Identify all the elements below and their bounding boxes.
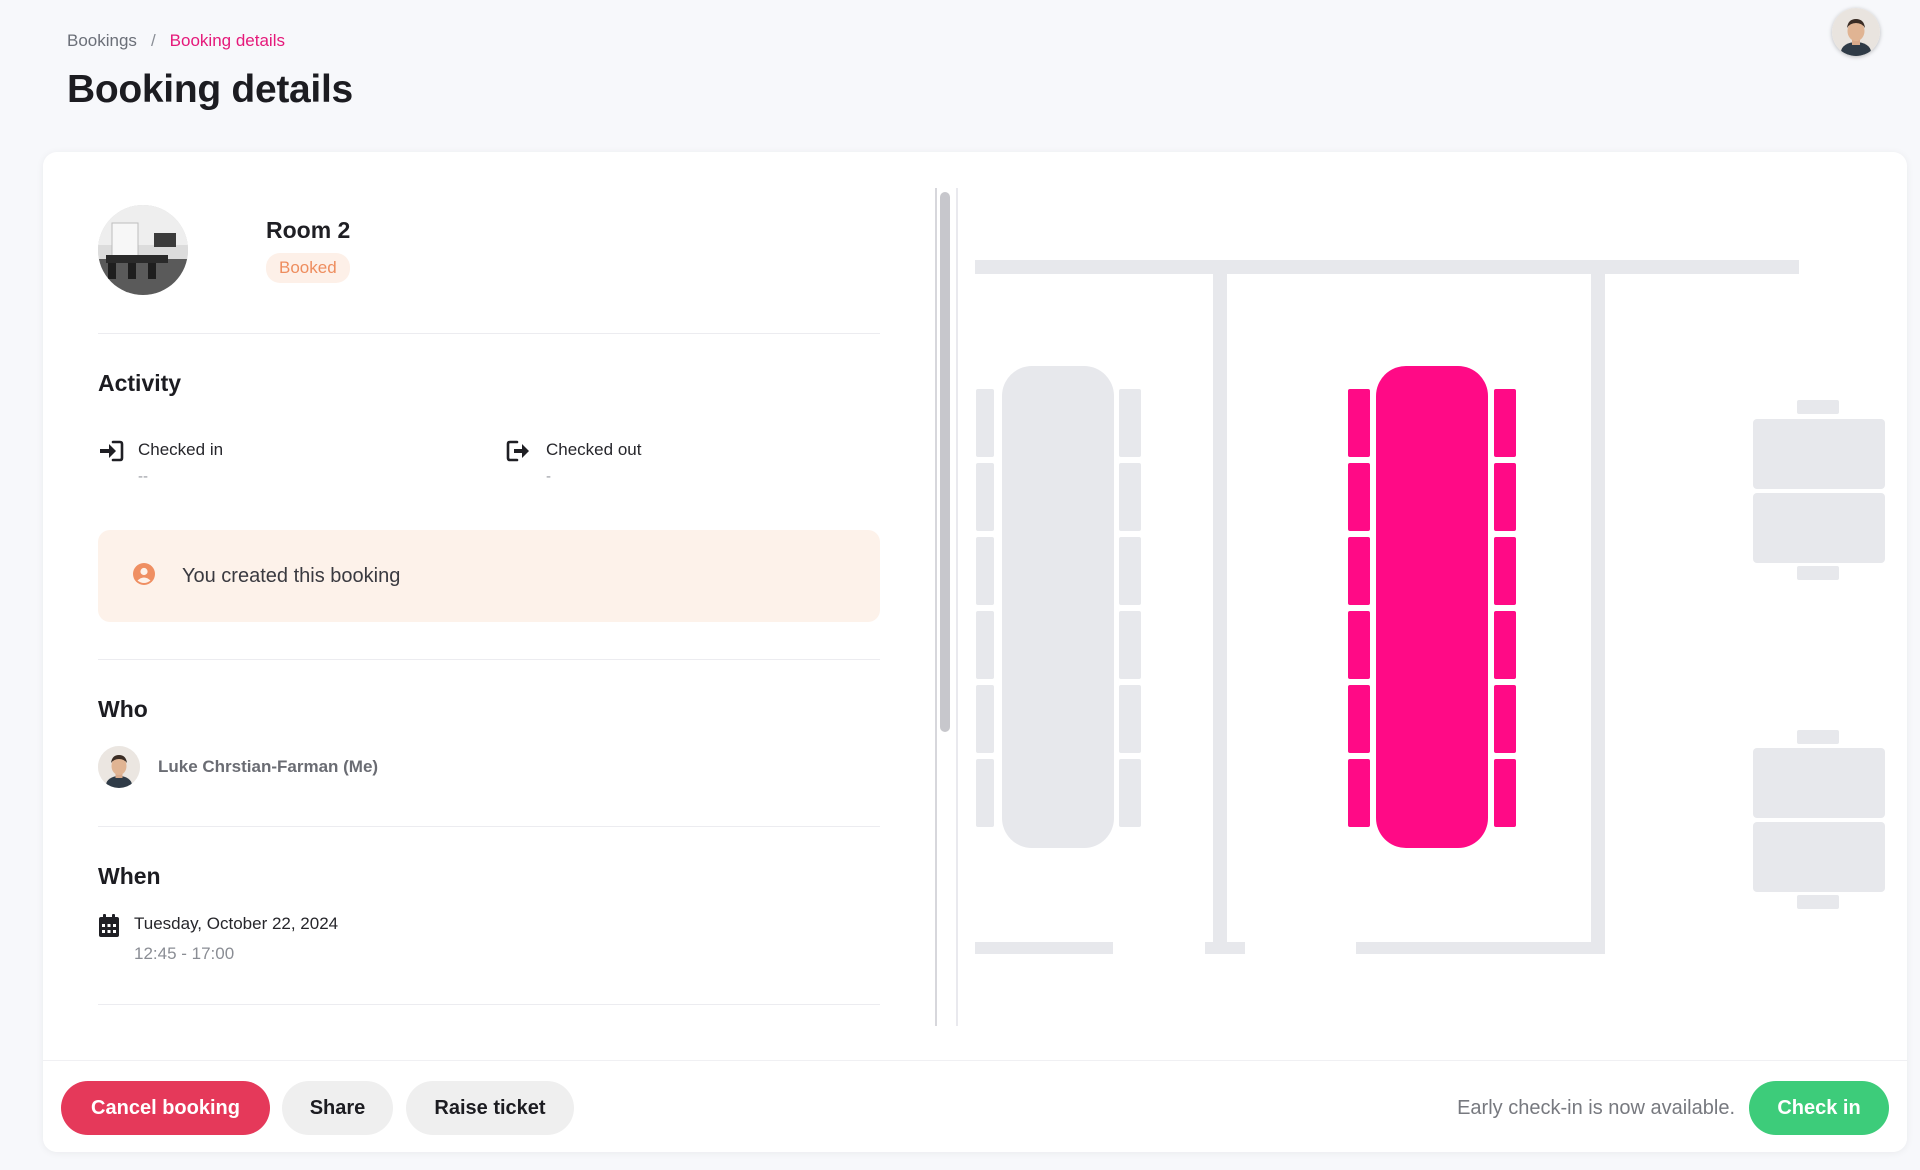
check-in-button[interactable]: Check in [1749,1081,1889,1135]
action-bar: Cancel booking Share Raise ticket Early … [43,1060,1907,1152]
raise-ticket-button[interactable]: Raise ticket [406,1081,574,1135]
early-checkin-text: Early check-in is now available. [1457,1097,1735,1119]
breadcrumb-current: Booking details [169,31,285,50]
breadcrumb-separator: / [150,31,156,50]
user-avatar[interactable] [1832,8,1880,56]
meeting-table-room-1 [976,366,1141,848]
desk-cluster-2 [1753,730,1885,909]
meeting-table-room-2-selected [1348,366,1516,848]
share-button[interactable]: Share [282,1081,393,1135]
page-title: Booking details [67,68,353,111]
floor-plan[interactable] [43,152,1907,1052]
breadcrumb-bookings-link[interactable]: Bookings [67,31,137,51]
booking-card: Room 2 Booked Activity Checked in -- Che… [43,152,1907,1152]
cancel-booking-button[interactable]: Cancel booking [61,1081,270,1135]
desk-cluster-1 [1753,400,1885,580]
breadcrumb: Bookings / Booking details [67,31,285,51]
